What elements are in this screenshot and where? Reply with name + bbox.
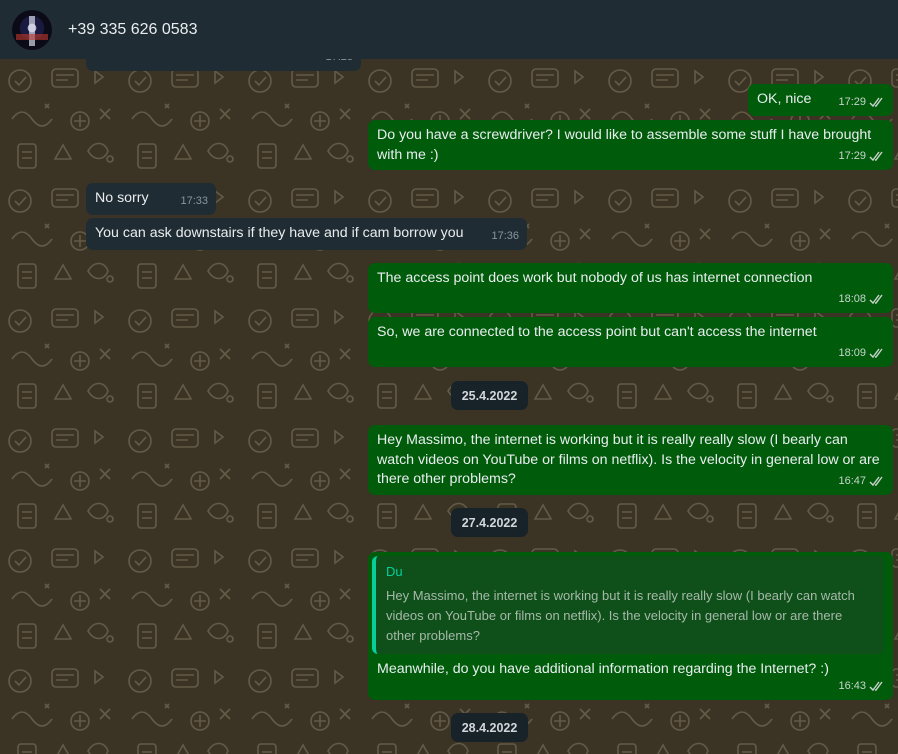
message-incoming[interactable]: No sorry 17:33 (86, 183, 216, 215)
message-text: Do you have a screwdriver? I would like … (377, 127, 872, 163)
message-text: Meanwhile, do you have additional inform… (377, 660, 829, 677)
read-ticks-icon (869, 97, 883, 107)
contact-name[interactable]: +39 335 626 0583 (68, 21, 197, 39)
message-list[interactable]: 17:23 OK, nice 17:29 Do you have a screw… (0, 59, 898, 754)
message-outgoing[interactable]: Du Hey Massimo, the internet is working … (368, 552, 893, 700)
message-meta: 17:29 (838, 147, 885, 167)
quoted-text: Hey Massimo, the internet is working but… (386, 587, 855, 643)
message-time: 17:23 (325, 59, 353, 67)
message-time: 17:33 (180, 194, 208, 207)
quoted-author: Du (386, 564, 403, 579)
message-meta: 18:08 (838, 290, 885, 310)
message-time: 17:36 (491, 229, 519, 242)
message-time: 17:29 (838, 95, 866, 108)
message-outgoing[interactable]: So, we are connected to the access point… (368, 317, 893, 367)
date-separator: 25.4.2022 (451, 381, 528, 410)
message-time: 17:29 (838, 149, 866, 162)
message-text: So, we are connected to the access point… (377, 324, 817, 340)
read-ticks-icon (869, 151, 883, 161)
message-meta: 16:43 (838, 677, 885, 697)
message-meta: 17:23 (325, 59, 353, 67)
message-incoming[interactable]: You can ask downstairs if they have and … (86, 218, 527, 250)
read-ticks-icon (869, 681, 883, 691)
message-incoming[interactable]: 17:23 (86, 59, 361, 71)
message-outgoing[interactable]: OK, nice 17:29 (748, 84, 893, 116)
message-outgoing[interactable]: The access point does work but nobody of… (368, 263, 893, 313)
quoted-message[interactable]: Du Hey Massimo, the internet is working … (372, 556, 884, 654)
message-time: 16:47 (838, 474, 866, 487)
message-time: 16:43 (838, 679, 866, 692)
chat-header: +39 335 626 0583 (0, 0, 898, 59)
date-separator: 27.4.2022 (451, 508, 528, 537)
read-ticks-icon (869, 348, 883, 358)
contact-avatar[interactable] (12, 9, 52, 50)
message-meta: 16:47 (838, 472, 885, 492)
message-text: No sorry (95, 190, 149, 206)
message-meta: 17:29 (838, 93, 885, 113)
read-ticks-icon (869, 294, 883, 304)
message-meta: 17:36 (491, 227, 519, 247)
read-ticks-icon (869, 476, 883, 486)
message-text: The access point does work but nobody of… (377, 270, 813, 286)
message-text: Hey Massimo, the internet is working but… (377, 432, 880, 487)
message-text: You can ask downstairs if they have and … (95, 225, 464, 241)
message-time: 18:09 (838, 346, 866, 359)
message-outgoing[interactable]: Hey Massimo, the internet is working but… (368, 425, 893, 495)
message-meta: 17:33 (180, 192, 208, 212)
message-meta: 18:09 (838, 344, 885, 364)
date-separator: 28.4.2022 (451, 713, 528, 742)
message-outgoing[interactable]: Do you have a screwdriver? I would like … (368, 120, 893, 170)
message-time: 18:08 (838, 292, 866, 305)
message-text: OK, nice (757, 91, 812, 107)
